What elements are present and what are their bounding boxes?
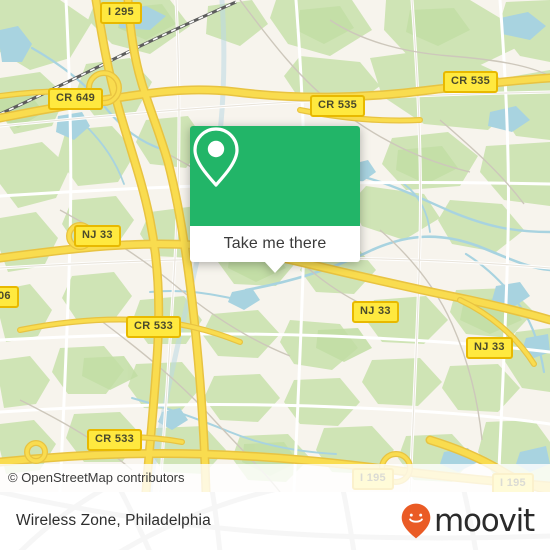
road-shield[interactable]: NJ 33 [466,337,513,359]
moovit-logo[interactable]: moovit [401,502,535,539]
moovit-pin-smiley-icon [401,503,431,539]
footer-bar: Wireless Zone, Philadelphia moovit [0,492,550,550]
road-shield[interactable]: 06 [0,286,19,308]
callout-action-panel[interactable]: Take me there [190,226,360,273]
footer-row: Wireless Zone, Philadelphia moovit [0,492,550,550]
road-shield[interactable]: CR 533 [87,429,143,451]
road-shield[interactable]: CR 535 [443,71,499,93]
map-screenshot: I 295 CR 649 CR 535 CR 535 NJ 33 06 CR 5… [0,0,550,550]
callout-icon-panel [190,126,360,226]
moovit-wordmark: moovit [433,502,535,539]
road-shield[interactable]: CR 533 [126,316,182,338]
map-canvas[interactable]: I 295 CR 649 CR 535 CR 535 NJ 33 06 CR 5… [0,0,550,492]
road-shield[interactable]: CR 649 [48,88,104,110]
road-shield[interactable]: NJ 33 [352,301,399,323]
map-pin-icon [193,127,239,187]
take-me-there-label: Take me there [223,235,327,252]
road-shield[interactable]: CR 535 [310,95,366,117]
road-shield[interactable]: I 295 [100,2,142,24]
road-shield[interactable]: NJ 33 [74,225,121,247]
callout-pointer [264,261,286,273]
map-callout-card[interactable]: Take me there [190,126,360,273]
venue-title: Wireless Zone, Philadelphia [16,512,211,529]
osm-attribution[interactable]: © OpenStreetMap contributors [0,464,550,492]
